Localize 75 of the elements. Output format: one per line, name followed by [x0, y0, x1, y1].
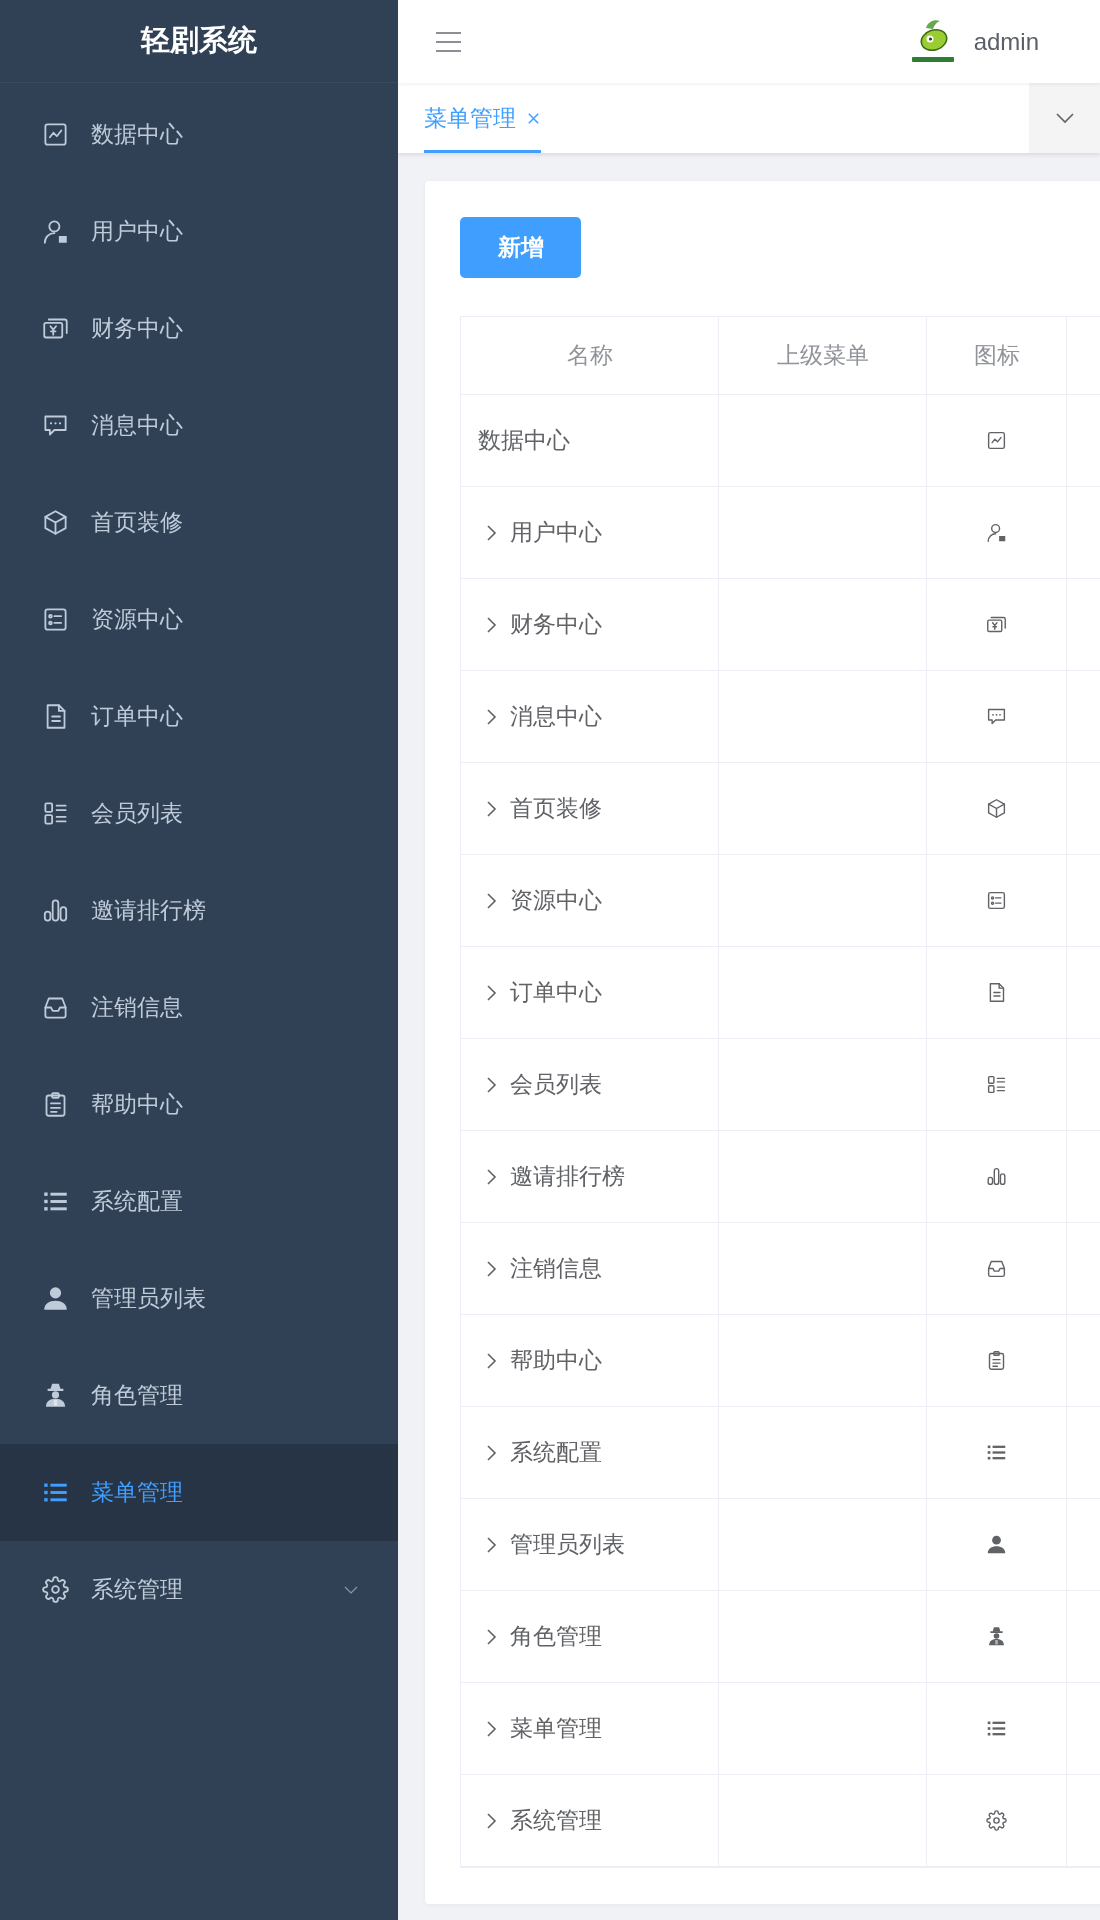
list-box-icon	[42, 606, 69, 633]
app-title: 轻剧系统	[141, 23, 257, 58]
chevron-right-icon[interactable]	[486, 982, 498, 1003]
menu-name: 消息中心	[510, 702, 602, 731]
user-icon	[986, 1534, 1007, 1555]
column-header: 名称	[566, 341, 613, 370]
chevron-right-icon[interactable]	[486, 1074, 498, 1095]
column-header: 图标	[973, 341, 1020, 370]
menu-name: 财务中心	[510, 610, 602, 639]
sidebar-item[interactable]: 订单中心	[0, 668, 398, 765]
close-icon[interactable]	[526, 110, 541, 126]
menu-name: 管理员列表	[510, 1530, 625, 1559]
user-icon	[42, 218, 69, 245]
menu-name: 用户中心	[510, 518, 602, 547]
menu-name: 订单中心	[510, 978, 602, 1007]
user-name[interactable]: admin	[973, 27, 1039, 56]
sidebar-item[interactable]: 用户中心	[0, 183, 398, 280]
chevron-right-icon[interactable]	[486, 1810, 498, 1831]
menu-name: 会员列表	[510, 1070, 602, 1099]
sidebar-item[interactable]: 资源中心	[0, 571, 398, 668]
list-box-icon	[986, 890, 1007, 911]
chevron-right-icon[interactable]	[486, 1442, 498, 1463]
bar-chart-icon	[986, 1166, 1007, 1187]
sidebar-item[interactable]: 角色管理	[0, 1347, 398, 1444]
person-hat-icon	[986, 1626, 1007, 1647]
cube-icon	[42, 509, 69, 536]
sidebar-item[interactable]: 邀请排行榜	[0, 862, 398, 959]
menu-name: 数据中心	[478, 426, 570, 455]
sidebar-item[interactable]: 管理员列表	[0, 1250, 398, 1347]
line-chart-icon	[986, 430, 1007, 451]
menu-icon[interactable]	[435, 30, 462, 53]
menu-name: 邀请排行榜	[510, 1162, 625, 1191]
menu-name: 资源中心	[510, 886, 602, 915]
sidebar-item[interactable]: 会员列表	[0, 765, 398, 862]
chevron-right-icon[interactable]	[486, 1626, 498, 1647]
message-icon	[986, 706, 1007, 727]
money-card-icon	[986, 614, 1007, 635]
menu-name: 首页装修	[510, 794, 602, 823]
menu-name: 系统管理	[510, 1806, 602, 1835]
user-icon	[986, 522, 1007, 543]
chevron-right-icon[interactable]	[486, 1534, 498, 1555]
menu-name: 帮助中心	[510, 1346, 602, 1375]
sidebar-item[interactable]: 系统管理	[0, 1541, 398, 1638]
chevron-right-icon[interactable]	[486, 614, 498, 635]
chevron-right-icon[interactable]	[486, 1718, 498, 1739]
sidebar-item[interactable]: 财务中心	[0, 280, 398, 377]
chevron-right-icon[interactable]	[486, 1258, 498, 1279]
settings-icon	[42, 1576, 69, 1603]
chevron-right-icon[interactable]	[486, 1350, 498, 1371]
inbox-icon	[986, 1258, 1007, 1279]
sidebar-item[interactable]: 首页装修	[0, 474, 398, 571]
sidebar-item[interactable]: 帮助中心	[0, 1056, 398, 1153]
sidebar-item[interactable]: 数据中心	[0, 86, 398, 183]
grid-list-icon	[42, 800, 69, 827]
chevron-right-icon[interactable]	[486, 798, 498, 819]
chevron-right-icon[interactable]	[486, 706, 498, 727]
chevron-right-icon[interactable]	[486, 890, 498, 911]
settings-icon	[986, 1810, 1007, 1831]
sidebar-item[interactable]: 注销信息	[0, 959, 398, 1056]
sidebar-item[interactable]: 系统配置	[0, 1153, 398, 1250]
grid-list-icon	[986, 1074, 1007, 1095]
chevron-right-icon[interactable]	[486, 1166, 498, 1187]
clipboard-icon	[986, 1350, 1007, 1371]
chevron-right-icon[interactable]	[486, 522, 498, 543]
cube-icon	[986, 798, 1007, 819]
bar-chart-icon	[42, 897, 69, 924]
menu-name: 角色管理	[510, 1622, 602, 1651]
menu-name: 注销信息	[510, 1254, 602, 1283]
user-icon	[42, 1285, 69, 1312]
column-header: 上级菜单	[776, 341, 869, 370]
line-chart-icon	[42, 121, 69, 148]
sidebar-item[interactable]: 菜单管理	[0, 1444, 398, 1541]
menu-name: 菜单管理	[510, 1714, 602, 1743]
menu-name: 系统配置	[510, 1438, 602, 1467]
sidebar-item[interactable]: 消息中心	[0, 377, 398, 474]
